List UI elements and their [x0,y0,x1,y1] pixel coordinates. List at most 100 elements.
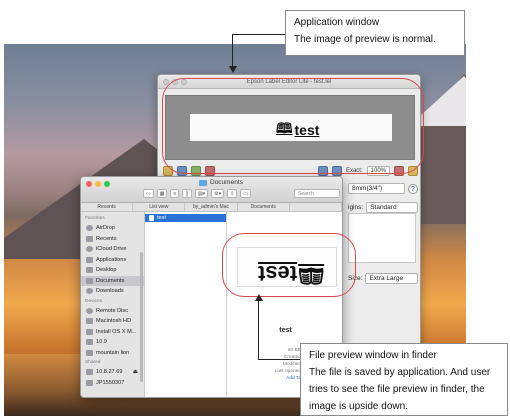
sidebar-item-label: Install OS X M... [96,328,137,335]
help-button[interactable]: ? [408,183,418,194]
size-select[interactable]: Extra Large [365,273,418,284]
sidebar-header-favorites: Favorites [85,216,105,221]
window-controls [86,181,110,187]
sidebar-item-label: Documents [96,277,125,284]
sidebar-item-shared-1[interactable]: 10.8.27.69 ⏏ [81,367,144,378]
group-button[interactable]: ▤▾ [194,189,209,198]
finder-window-title: Documents [210,179,243,186]
sidebar-item-macintosh-hd[interactable]: Macintosh HD [81,316,144,327]
callout-title: Application window [294,17,380,28]
sidebar-header-devices: Devices [85,298,103,304]
meta-last-opened-label: Last opened [274,369,301,374]
share-button[interactable]: ⇪ [227,189,238,198]
back-forward-button[interactable]: ‹ › [143,189,154,198]
view-columns-button[interactable]: ║ [182,189,192,198]
file-row-selected[interactable]: test [145,214,226,222]
meta-size: 60 KB [287,348,301,353]
disc-icon [86,307,93,314]
sidebar-item-label: mountain lion [96,349,130,356]
view-icons-button[interactable]: ▦ [156,189,168,198]
sidebar-item-shared-2[interactable]: JP1550307 [81,378,144,389]
highlight-finder-preview [222,233,356,297]
hard-drive-icon [86,328,93,335]
sidebar-item-label: Recents [96,235,117,242]
airdrop-icon [86,225,93,232]
hard-drive-icon [86,339,93,346]
sidebar-item-recents[interactable]: Recents [81,234,144,245]
tape-row: 8mm(3/4") ? [348,183,418,194]
callout-text: tries to see the file preview in finder,… [309,384,485,395]
cloud-icon [86,246,93,253]
margins-label: igins: [348,204,364,211]
sidebar-item-label: 10.9 [96,339,107,346]
sidebar-scrollbar[interactable] [140,252,143,382]
margins-select[interactable]: Standard [366,202,418,213]
margins-row: igins: Standard [348,202,418,213]
sidebar-item-airdrop[interactable]: AirDrop [81,223,144,234]
hard-drive-icon [86,318,93,325]
sidebar-item-label: Downloads [96,288,124,295]
download-icon [86,288,93,295]
action-gear-button[interactable]: ⚙▾ [211,189,225,198]
add-tags-link[interactable]: Add Ta [231,375,301,382]
tab-extra[interactable] [290,203,342,211]
folder-icon [199,179,207,186]
tape-width-select[interactable]: 8mm(3/4") [348,183,405,194]
tab-recents[interactable]: Recents [81,203,134,211]
clock-icon [86,235,93,242]
sidebar-item-mountain-lion[interactable]: mountain lion [81,348,144,359]
tab-list-view[interactable]: List view [133,203,186,211]
finder-title: Documents [199,179,243,186]
close-button[interactable] [86,181,92,187]
sidebar-item-label: Macintosh HD [96,318,132,325]
sidebar-item-applications[interactable]: Applications [81,255,144,266]
arrow-down-icon [229,66,237,73]
sidebar-header-shared: Shared [85,360,101,365]
sidebar-item-label: AirDrop [96,225,115,232]
arrow-up-icon [255,294,263,301]
sidebar-item-documents[interactable]: Documents [81,275,144,286]
sidebar-item-icloud[interactable]: iCloud Drive [81,244,144,255]
sidebar-item-label: Remote Disc [96,307,129,314]
size-row: Size: Extra Large [348,273,418,284]
tab-mac[interactable]: by_admin's Mac [185,203,238,211]
finder-toolbar: ‹ › ▦ ≡ ║ ▤▾ ⚙▾ ⇪ ▭ [143,189,252,198]
sidebar-item-label: Applications [96,256,127,263]
file-column: test [145,212,227,397]
callout-application-window: Application window The image of preview … [285,10,465,56]
sidebar-item-label: 10.8.27.69 [96,369,123,376]
leader-line [258,300,259,360]
minimize-button[interactable] [95,181,101,187]
zoom-button[interactable] [104,181,110,187]
desktop-icon [86,267,93,274]
highlight-app-preview [162,78,424,174]
tab-documents[interactable]: Documents [238,203,290,211]
sidebar-item-downloads[interactable]: Downloads [81,286,144,297]
search-input[interactable]: Search [294,189,340,198]
tag-button[interactable]: ▭ [240,189,252,198]
settings-blank-area [348,213,416,263]
file-name: test [157,215,167,221]
finder-titlebar: Documents ‹ › ▦ ≡ ║ ▤▾ ⚙▾ ⇪ ▭ Search [81,177,342,203]
sidebar-item-label: iCloud Drive [96,246,127,253]
leader-line [258,359,301,360]
eject-icon[interactable]: ⏏ [133,369,138,375]
sidebar-item-desktop[interactable]: Desktop [81,265,144,276]
sidebar-item-label: JP1550307 [96,379,125,386]
sidebar-item-label: Desktop [96,267,117,274]
leader-line [232,34,286,35]
callout-text: The image of preview is normal. [294,34,436,45]
network-computer-icon [86,379,93,386]
sidebar-item-install-osx[interactable]: Install OS X M... [81,327,144,338]
sidebar-item-remote-disc[interactable]: Remote Disc [81,306,144,317]
callout-finder-preview: File preview window in finder The file i… [300,343,508,416]
callout-text: image is upside down. [309,401,408,412]
file-icon [149,215,154,221]
finder-tabs: Recents List view by_admin's Mac Documen… [81,203,342,212]
network-computer-icon [86,369,93,376]
callout-text: The file is saved by application. And us… [309,367,491,378]
callout-title: File preview window in finder [309,350,437,361]
sidebar-item-10-9[interactable]: 10.9 [81,337,144,348]
view-list-button[interactable]: ≡ [170,189,180,198]
preview-meta-labels: 60 KB Created Modified Last opened Add T… [231,347,301,382]
